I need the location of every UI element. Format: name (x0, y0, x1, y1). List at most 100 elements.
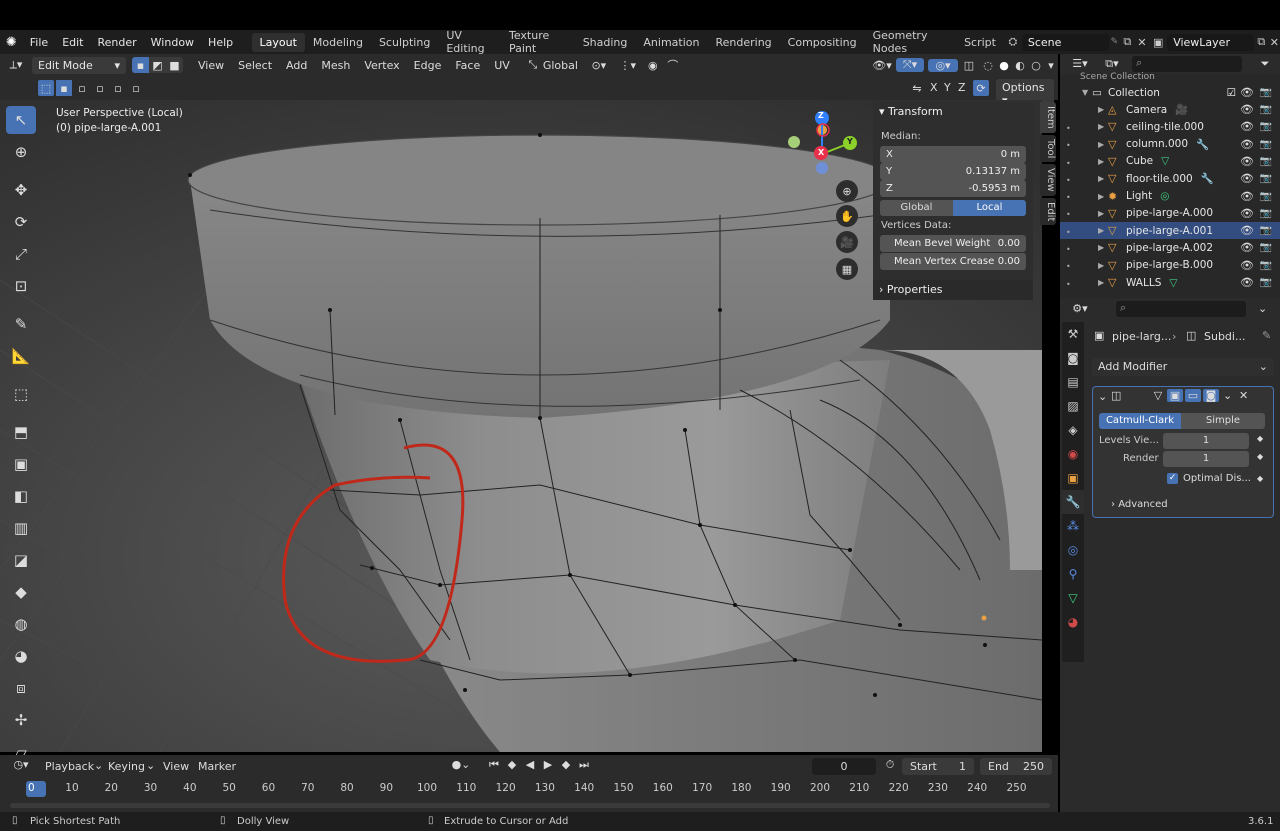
mirror-x-toggle[interactable]: X (930, 81, 938, 94)
collapse-icon[interactable]: ⌄ (1098, 390, 1107, 403)
camera-view-icon[interactable]: 🎥 (836, 231, 858, 253)
render-icon[interactable]: 📷 (1260, 139, 1272, 150)
eye-icon[interactable]: 👁 (1240, 190, 1254, 203)
loop-cut-tool-icon[interactable]: ▥ (6, 514, 36, 542)
menu-timeline-view[interactable]: View (163, 760, 189, 773)
render-toggle-icon[interactable]: ◙ (1203, 389, 1219, 402)
render-icon[interactable]: 📷 (1260, 225, 1272, 236)
prev-keyframe-icon[interactable]: ◆ (504, 758, 520, 771)
expand-icon[interactable]: ▶ (1098, 192, 1108, 201)
smooth-tool-icon[interactable]: ◕ (6, 642, 36, 670)
viewport-toggle-icon[interactable]: ▭ (1185, 389, 1201, 402)
collection-checkbox[interactable]: ☑ (1227, 87, 1236, 99)
median-y-field[interactable]: Y 0.13137 m (880, 163, 1026, 180)
render-icon[interactable]: 📷 (1260, 191, 1272, 202)
scene-selector[interactable]: Scene (1021, 33, 1109, 51)
object-data-icon[interactable]: 🔧 (1201, 172, 1214, 185)
transform-tool-icon[interactable]: ⊡ (6, 272, 36, 300)
jump-start-icon[interactable]: ⏮ (486, 758, 502, 772)
outliner-row-camera[interactable]: ▶ ◬ Camera 🎥 👁 📷 (1060, 101, 1280, 118)
add-modifier-button[interactable]: Add Modifier ⌄ (1092, 358, 1274, 376)
workspace-tab-compositing[interactable]: Compositing (780, 33, 865, 52)
outliner-row-floor-tile-000[interactable]: ▶ ▽ floor-tile.000 🔧 👁 📷 (1060, 170, 1280, 187)
add-cube-tool-icon[interactable]: ⬚ (6, 380, 36, 408)
eye-icon[interactable]: 👁 (1240, 138, 1254, 151)
editmode-toggle-icon[interactable]: ▣ (1167, 389, 1183, 402)
constraints-tab-icon[interactable]: ⚲ (1062, 562, 1084, 586)
select-mode-subtract-icon[interactable]: ▫ (92, 80, 108, 96)
properties-editor-icon[interactable]: ⚙▾ (1068, 302, 1092, 315)
editor-type-icon[interactable]: ⟂▾ (0, 58, 32, 72)
new-scene-icon[interactable]: ⧉ (1120, 35, 1135, 49)
data-tab-icon[interactable]: ▽ (1062, 586, 1084, 610)
properties-options-icon[interactable]: ⌄ (1258, 302, 1267, 315)
inset-tool-icon[interactable]: ▣ (6, 450, 36, 478)
median-z-field[interactable]: Z -0.5953 m (880, 180, 1026, 197)
particles-tab-icon[interactable]: ⁂ (1062, 514, 1084, 538)
menu-help[interactable]: Help (201, 36, 240, 49)
cursor-tool-icon[interactable]: ⊕ (6, 138, 36, 166)
edge-select-icon[interactable]: ◩ (149, 57, 166, 73)
bevel-weight-field[interactable]: Mean Bevel Weight 0.00 (880, 235, 1026, 252)
output-tab-icon[interactable]: ▤ (1062, 370, 1084, 394)
expand-icon[interactable]: ▶ (1098, 122, 1108, 131)
outliner-row-pipe-large-a-001[interactable]: ▶ ▽ pipe-large-A.001 👁 📷 (1060, 222, 1280, 240)
eye-icon[interactable]: 👁 (1240, 259, 1254, 272)
properties-search-input[interactable]: ⌕ (1116, 301, 1246, 317)
menu-edit[interactable]: Edit (55, 36, 90, 49)
edit-cage-icon[interactable]: ▽ (1151, 389, 1165, 402)
expand-icon[interactable]: ▼ (1082, 88, 1092, 97)
render-icon[interactable]: 📷 (1260, 104, 1272, 115)
scene-icon[interactable]: ⛭ (1004, 35, 1022, 49)
outliner-row-pipe-large-b-000[interactable]: ▶ ▽ pipe-large-B.000 👁 📷 (1060, 257, 1280, 274)
expand-icon[interactable]: ▶ (1098, 226, 1108, 235)
eye-icon[interactable]: 👁 (1240, 120, 1254, 133)
ortho-grid-icon[interactable]: ▦ (836, 258, 858, 280)
outliner-row-cube[interactable]: ▶ ▽ Cube ▽ 👁 📷 (1060, 153, 1280, 170)
shrink-fatten-tool-icon[interactable]: ✢ (6, 706, 36, 734)
outliner-row-light[interactable]: ▶ ✹ Light ◎ 👁 📷 (1060, 188, 1280, 205)
shading-options-icon[interactable]: ▾ (1044, 59, 1058, 72)
scale-tool-icon[interactable]: ⤢ (6, 240, 36, 268)
new-viewlayer-icon[interactable]: ⧉ (1254, 35, 1269, 49)
spin-tool-icon[interactable]: ◍ (6, 610, 36, 638)
outliner-editor-icon[interactable]: ☰▾ (1068, 57, 1092, 70)
median-x-field[interactable]: X 0 m (880, 146, 1026, 163)
optimal-display-checkbox[interactable]: ✓ (1167, 473, 1178, 484)
render-icon[interactable]: 📷 (1260, 121, 1272, 132)
outliner-row-ceiling-tile-000[interactable]: ▶ ▽ ceiling-tile.000 👁 📷 (1060, 118, 1280, 135)
global-toggle[interactable]: Global (880, 200, 953, 216)
visibility-icon[interactable]: 👁▾ (868, 59, 896, 72)
shading-solid-icon[interactable]: ● (996, 59, 1012, 72)
bevel-tool-icon[interactable]: ◧ (6, 482, 36, 510)
render-icon[interactable]: 📷 (1260, 156, 1272, 167)
move-tool-icon[interactable]: ✥ (6, 176, 36, 204)
zoom-icon[interactable]: ⊕ (836, 180, 858, 202)
transform-panel-header[interactable]: ▾ Transform (879, 105, 943, 118)
menu-render[interactable]: Render (91, 36, 144, 49)
eye-icon[interactable]: 👁 (1240, 224, 1254, 237)
modifier-menu-icon[interactable]: ⌄ (1223, 389, 1232, 402)
render-icon[interactable]: 📷 (1260, 87, 1272, 98)
select-box-icon[interactable]: ⬚ (38, 80, 54, 96)
menu-face[interactable]: Face (448, 59, 487, 72)
eye-icon[interactable]: 👁 (1240, 207, 1254, 220)
pin-icon[interactable]: ✎ (1262, 329, 1271, 342)
auto-merge-icon[interactable]: ⟳ (973, 80, 989, 96)
proportional-edit-icon[interactable]: ◉ (643, 59, 663, 72)
poly-build-tool-icon[interactable]: ◆ (6, 578, 36, 606)
outliner-row-scene-collection[interactable]: Scene Collection (1060, 72, 1280, 82)
filter-icon[interactable]: ⏷ (1254, 57, 1276, 71)
menu-window[interactable]: Window (144, 36, 201, 49)
mirror-icon[interactable]: ⇋ (908, 80, 926, 96)
expand-icon[interactable]: ▶ (1098, 157, 1108, 166)
render-icon[interactable]: 📷 (1260, 277, 1272, 288)
pin-icon[interactable]: ✎ (1109, 37, 1120, 47)
eye-icon[interactable]: 👁 (1240, 241, 1254, 254)
record-icon[interactable]: ●⌄ (448, 758, 474, 771)
breadcrumb-modifier[interactable]: Subdi... (1204, 330, 1245, 343)
preview-range-icon[interactable]: ⏱ (882, 758, 898, 772)
falloff-icon[interactable]: ⌒ (663, 57, 683, 73)
material-tab-icon[interactable]: ◕ (1062, 610, 1084, 634)
advanced-section[interactable]: › Advanced (1111, 499, 1168, 510)
